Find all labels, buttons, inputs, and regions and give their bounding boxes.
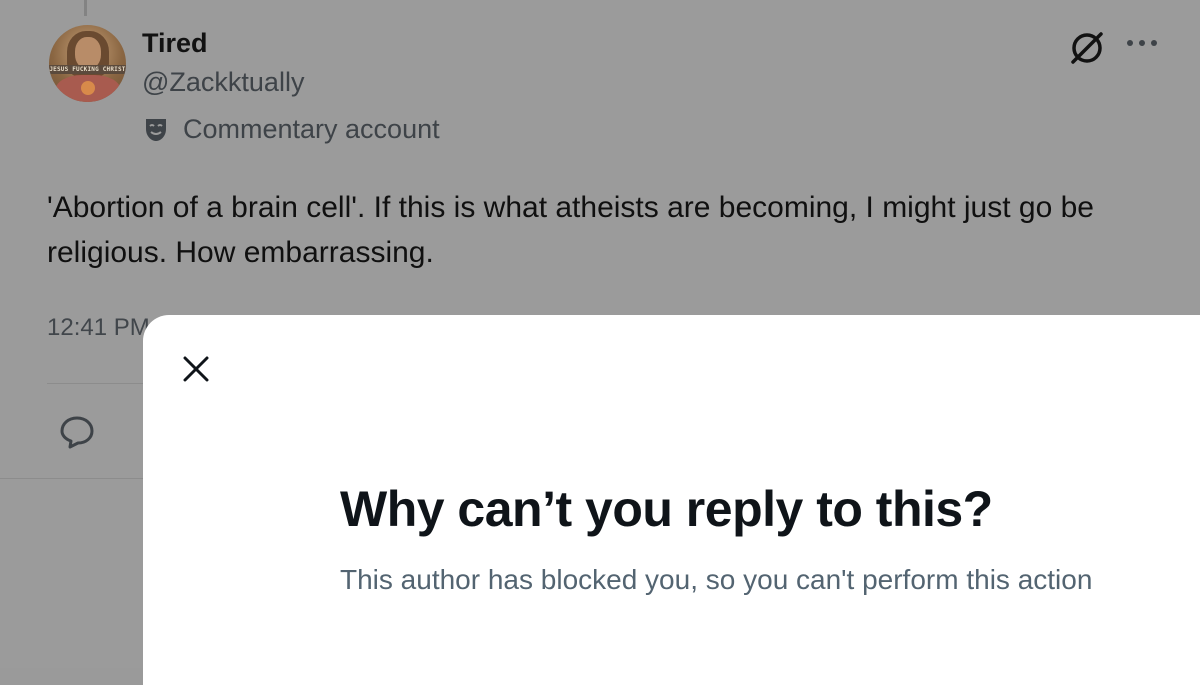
avatar-banner-text: JESUS FUCKING CHRIST — [49, 65, 126, 74]
account-label: Commentary account — [183, 114, 440, 144]
author-handle[interactable]: @Zackktually — [142, 67, 304, 98]
dialog-title: Why can’t you reply to this? — [340, 481, 993, 537]
thread-connector-line — [84, 0, 87, 16]
grok-icon[interactable] — [1068, 29, 1106, 67]
avatar[interactable]: JESUS FUCKING CHRIST — [49, 25, 126, 102]
tweet-text: 'Abortion of a brain cell'. If this is w… — [47, 191, 1094, 269]
close-icon[interactable] — [181, 354, 211, 384]
reply-icon[interactable] — [58, 414, 96, 450]
dialog-message: This author has blocked you, so you can'… — [340, 564, 1093, 595]
author-name[interactable]: Tired — [142, 28, 208, 59]
tweet-timestamp[interactable]: 12:41 PM — [47, 314, 150, 342]
more-dots-icon[interactable] — [1125, 36, 1159, 50]
theater-mask-icon — [146, 119, 166, 141]
